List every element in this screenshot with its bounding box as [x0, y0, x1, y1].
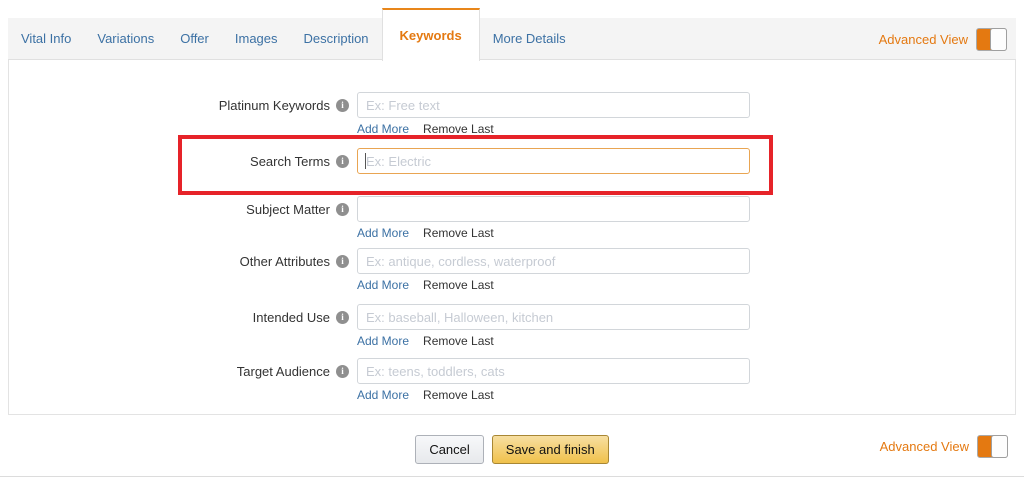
info-icon[interactable]: i [336, 203, 349, 216]
field-links: Add More Remove Last [357, 334, 750, 348]
tab-keywords[interactable]: Keywords [382, 8, 480, 61]
info-icon[interactable]: i [336, 365, 349, 378]
field-label-cell: Search Terms i [9, 148, 349, 174]
advanced-view-label: Advanced View [880, 439, 969, 454]
field-cell: Add More Remove Last [357, 196, 750, 240]
tab-images[interactable]: Images [222, 18, 291, 60]
field-label-cell: Platinum Keywords i [9, 92, 349, 118]
add-more-link[interactable]: Add More [357, 122, 409, 136]
remove-last-link[interactable]: Remove Last [423, 226, 494, 240]
field-input[interactable] [357, 248, 750, 274]
toggle-knob [991, 435, 1008, 458]
field-label: Platinum Keywords [219, 98, 330, 113]
field-cell: Add More Remove Last [357, 304, 750, 348]
info-icon[interactable]: i [336, 155, 349, 168]
field-links: Add More Remove Last [357, 388, 750, 402]
field-input[interactable] [357, 304, 750, 330]
advanced-view-label: Advanced View [879, 32, 968, 47]
field-label: Intended Use [253, 310, 330, 325]
form-row: Target Audience i Add More Remove Last [9, 358, 1015, 402]
field-label-cell: Intended Use i [9, 304, 349, 330]
field-label: Subject Matter [246, 202, 330, 217]
keywords-form: Platinum Keywords i Add More Remove Last… [9, 60, 1015, 402]
add-more-link[interactable]: Add More [357, 388, 409, 402]
advanced-view-bottom: Advanced View [880, 435, 1008, 458]
tab-description[interactable]: Description [291, 18, 382, 60]
field-input[interactable] [357, 196, 750, 222]
tab-vital-info[interactable]: Vital Info [8, 18, 84, 60]
field-label: Other Attributes [240, 254, 330, 269]
keywords-page: Vital InfoVariationsOfferImagesDescripti… [0, 0, 1024, 484]
add-more-link[interactable]: Add More [357, 278, 409, 292]
field-links: Add More Remove Last [357, 226, 750, 240]
tab-bar: Vital InfoVariationsOfferImagesDescripti… [8, 18, 1016, 60]
keywords-panel: Platinum Keywords i Add More Remove Last… [8, 60, 1016, 415]
field-input[interactable] [357, 92, 750, 118]
form-row: Platinum Keywords i Add More Remove Last [9, 92, 1015, 136]
info-icon[interactable]: i [336, 99, 349, 112]
form-row: Subject Matter i Add More Remove Last [9, 196, 1015, 240]
footer-actions: Cancel Save and finish [0, 433, 1024, 465]
field-label-cell: Other Attributes i [9, 248, 349, 274]
toggle-knob [990, 28, 1007, 51]
remove-last-link[interactable]: Remove Last [423, 122, 494, 136]
tab-variations[interactable]: Variations [84, 18, 167, 60]
remove-last-link[interactable]: Remove Last [423, 388, 494, 402]
add-more-link[interactable]: Add More [357, 334, 409, 348]
field-cell [357, 148, 750, 174]
advanced-view-toggle[interactable] [976, 28, 1007, 51]
info-icon[interactable]: i [336, 311, 349, 324]
cancel-button[interactable]: Cancel [415, 435, 483, 464]
remove-last-link[interactable]: Remove Last [423, 278, 494, 292]
advanced-view-toggle[interactable] [977, 435, 1008, 458]
field-links: Add More Remove Last [357, 122, 750, 136]
field-label: Search Terms [250, 154, 330, 169]
field-cell: Add More Remove Last [357, 92, 750, 136]
save-and-finish-button[interactable]: Save and finish [492, 435, 609, 464]
form-row: Intended Use i Add More Remove Last [9, 304, 1015, 348]
field-cell: Add More Remove Last [357, 248, 750, 292]
remove-last-link[interactable]: Remove Last [423, 334, 494, 348]
advanced-view-top: Advanced View [879, 18, 1016, 60]
field-label-cell: Subject Matter i [9, 196, 349, 222]
field-label-cell: Target Audience i [9, 358, 349, 384]
field-input[interactable] [357, 358, 750, 384]
form-row: Search Terms i [9, 148, 1015, 174]
field-cell: Add More Remove Last [357, 358, 750, 402]
tab-offer[interactable]: Offer [167, 18, 222, 60]
bottom-divider [0, 476, 1024, 477]
field-label: Target Audience [237, 364, 330, 379]
field-links: Add More Remove Last [357, 278, 750, 292]
add-more-link[interactable]: Add More [357, 226, 409, 240]
text-caret [365, 153, 366, 169]
field-input[interactable] [357, 148, 750, 174]
form-row: Other Attributes i Add More Remove Last [9, 248, 1015, 292]
tab-more-details[interactable]: More Details [480, 18, 579, 60]
info-icon[interactable]: i [336, 255, 349, 268]
